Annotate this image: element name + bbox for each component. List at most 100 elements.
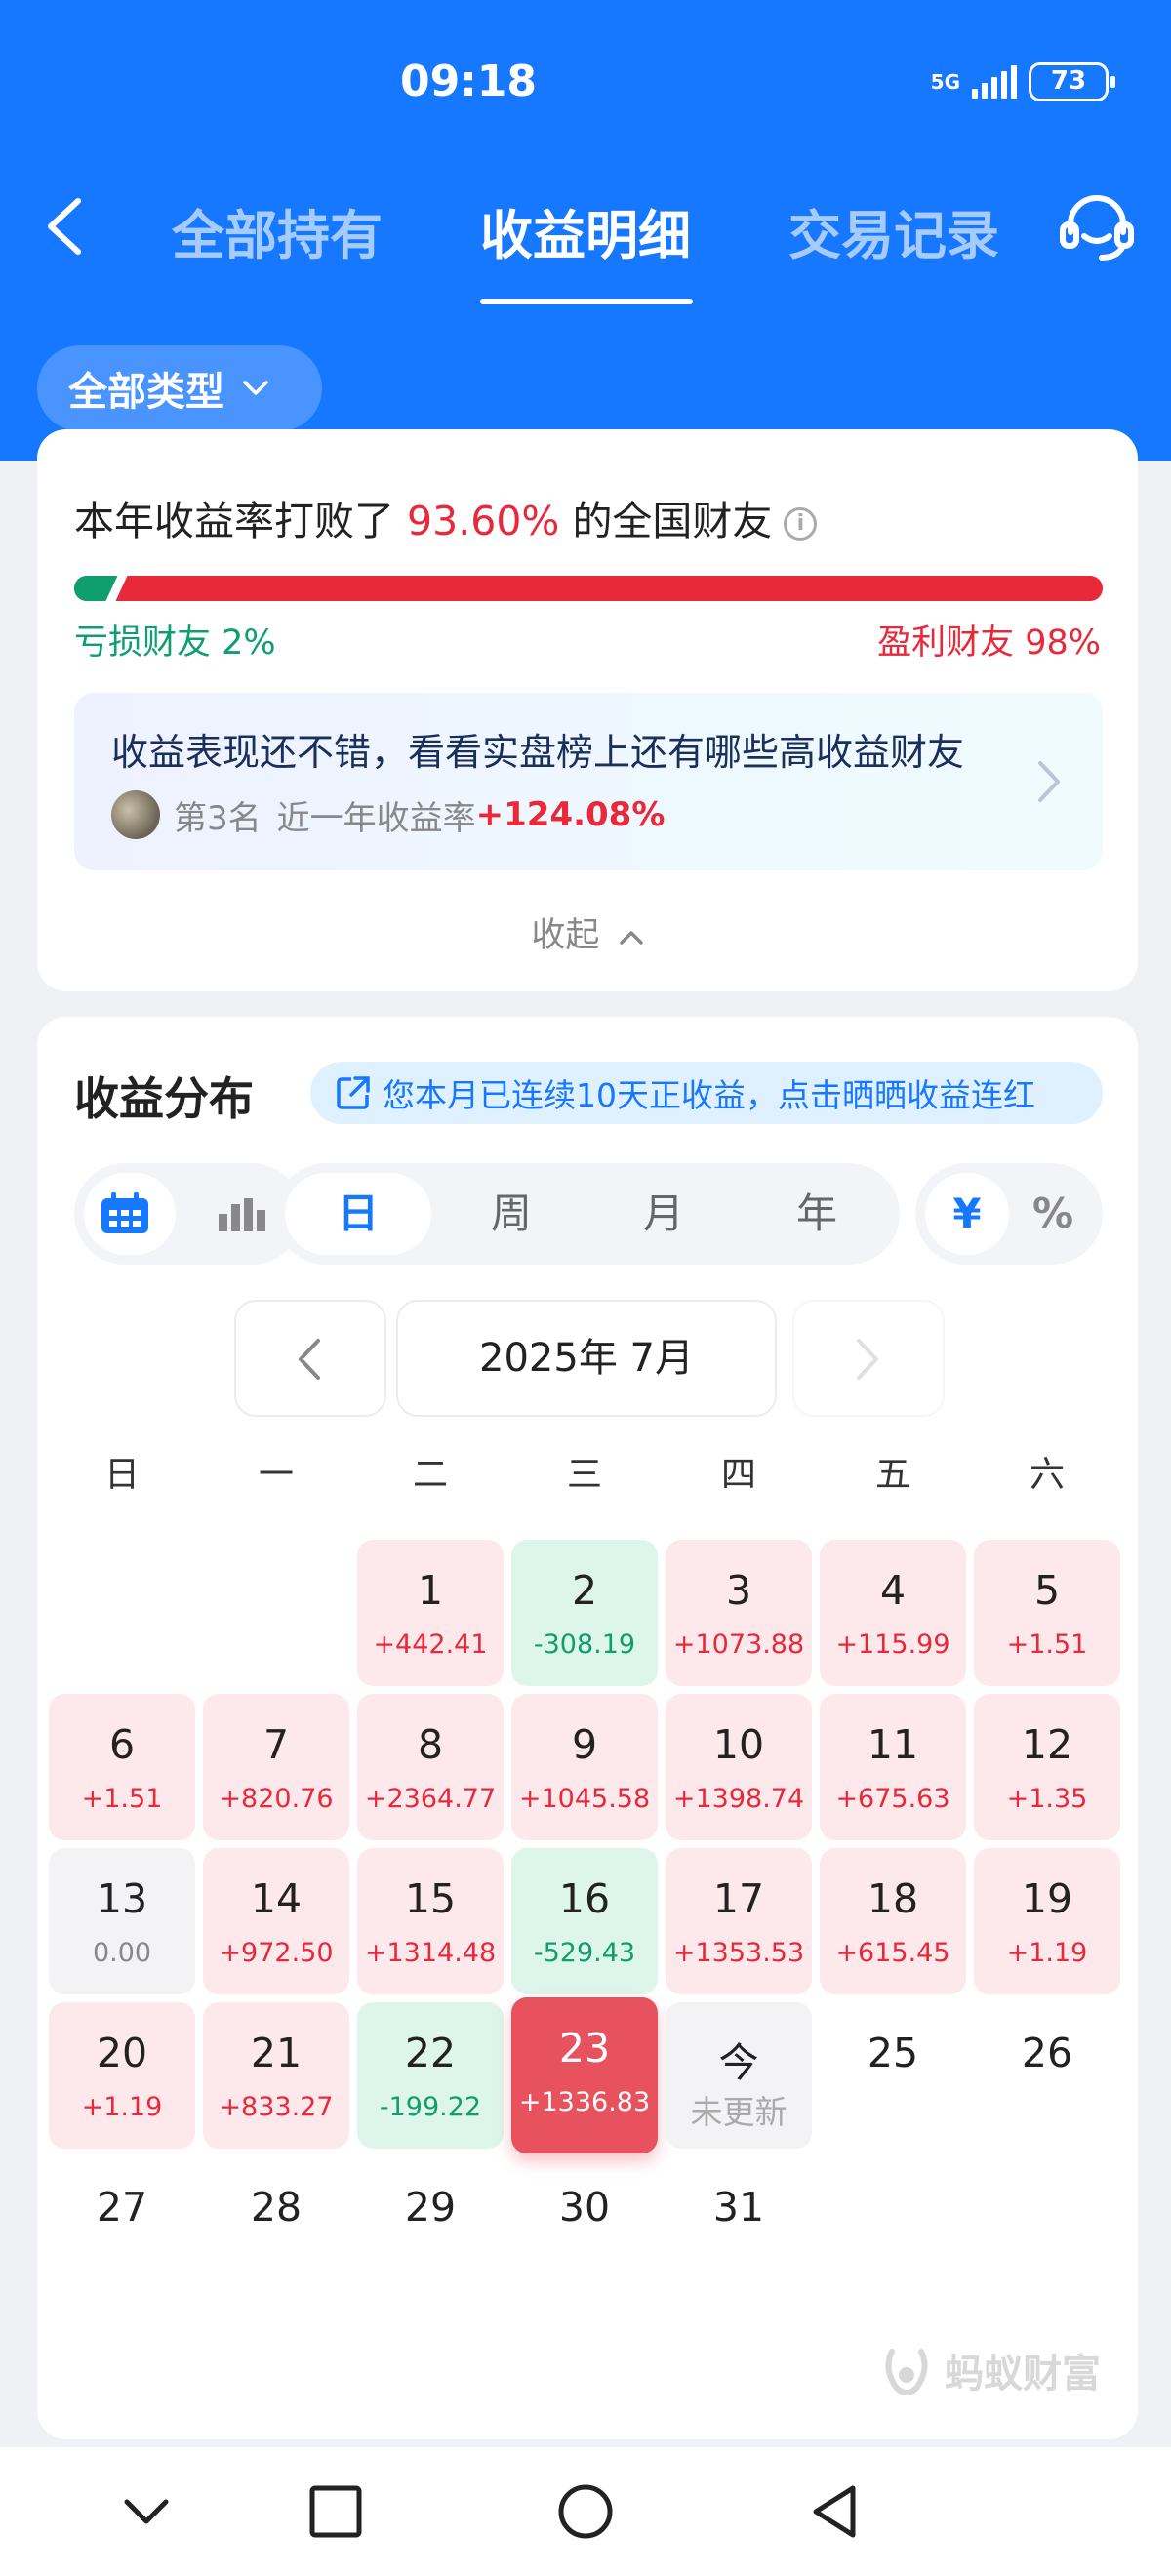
calendar-day[interactable]: 27 [49,2156,195,2303]
calendar-day-earnings: +1314.48 [364,1938,497,1968]
leaderboard-promo[interactable]: 收益表现还不错，看看实盘榜上还有哪些高收益财友 第3名 近一年收益率 +124.… [74,693,1103,870]
calendar-day[interactable]: 7 +820.76 [203,1694,349,1840]
calendar-day-number: 21 [250,2030,303,2076]
calendar-day-number: 4 [879,1567,907,1614]
info-icon[interactable]: i [784,507,818,541]
unit-percent[interactable]: % [1011,1163,1095,1265]
calendar-day-earnings: +1.19 [81,2092,163,2122]
battery-icon: 73 [1029,62,1115,101]
period-tab-year[interactable]: 年 [744,1163,890,1265]
calendar-day[interactable]: 18 +615.45 [820,1848,966,1994]
calendar-day-today[interactable]: 今未更新 [666,2002,812,2149]
calendar-day[interactable]: 16 -529.43 [511,1848,658,1994]
calendar-day-earnings: +2364.77 [364,1784,497,1814]
bar-chart-icon[interactable] [217,1196,265,1231]
next-month-button[interactable] [792,1300,945,1417]
nav-home-icon[interactable] [556,2482,615,2541]
calendar-day[interactable]: 2 -308.19 [511,1540,658,1686]
nav-recents-icon[interactable] [306,2482,365,2541]
view-toggle [74,1163,303,1265]
calendar-day-earnings: -199.22 [379,2092,482,2122]
period-tab-day[interactable]: 日 [285,1163,431,1265]
calendar-day[interactable]: 31 [666,2156,812,2303]
collapse-button[interactable]: 收起 [37,907,1138,957]
network-type: 5G [930,70,960,94]
calendar-day[interactable]: 19 +1.19 [974,1848,1120,1994]
calendar-day[interactable]: 4 +115.99 [820,1540,966,1686]
calendar-day[interactable]: 9 +1045.58 [511,1694,658,1840]
calendar-day[interactable]: 26 [974,2002,1120,2149]
calendar-day-number: 3 [725,1567,752,1614]
calendar-day[interactable]: 23 +1336.83 [511,1997,658,2153]
nav-down-icon[interactable] [117,2482,176,2541]
tab-all-holdings[interactable]: 全部持有 [172,192,383,269]
calendar-day[interactable]: 22 -199.22 [357,2002,504,2149]
calendar-day[interactable]: 25 [820,2002,966,2149]
calendar-day-number: 22 [404,2030,457,2076]
calendar-day-number: 20 [96,2030,148,2076]
tab-active-indicator [480,299,693,304]
calendar-day[interactable]: 11 +675.63 [820,1694,966,1840]
calendar-day-earnings: +1.51 [81,1784,163,1814]
calendar-day-number: 1 [417,1567,444,1614]
tab-transaction-records[interactable]: 交易记录 [788,192,999,269]
weekday-label: 四 [720,1455,756,1495]
calendar-day-number: 27 [96,2184,148,2231]
calendar-day-number: 13 [96,1875,148,1922]
back-arrow-icon[interactable] [39,195,94,258]
calendar-day-number: 6 [108,1721,136,1768]
calendar-day[interactable]: 17 +1353.53 [666,1848,812,1994]
chevron-up-icon [619,931,643,945]
calendar-day-number: 11 [867,1721,919,1768]
promo-subtitle: 第3名 近一年收益率 +124.08% [111,790,665,839]
tab-earnings-detail[interactable]: 收益明细 [480,192,691,269]
calendar-day[interactable]: 30 [511,2156,658,2303]
calendar-day-earnings: +442.41 [373,1630,488,1660]
chevron-down-icon [243,381,268,395]
calendar-day-earnings: +1.19 [1006,1938,1088,1968]
period-tab-month[interactable]: 月 [590,1163,737,1265]
streak-share-banner[interactable]: 您本月已连续10天正收益，点击晒晒收益连红 [310,1062,1103,1124]
customer-service-icon[interactable] [1059,193,1135,263]
type-filter-label: 全部类型 [68,370,224,415]
calendar-day-number: 17 [712,1875,765,1922]
calendar-day-number: 31 [712,2184,765,2231]
calendar-day-number: 29 [404,2184,457,2231]
status-time: 09:18 [399,57,538,106]
calendar-day-earnings: 未更新 [690,2093,787,2131]
unit-yuan[interactable]: ¥ [925,1163,1009,1265]
ranking-percent: 93.60% [407,498,560,544]
calendar-day[interactable]: 3 +1073.88 [666,1540,812,1686]
calendar-day-earnings: 0.00 [92,1938,152,1968]
calendar-day[interactable]: 6 +1.51 [49,1694,195,1840]
calendar-day[interactable]: 15 +1314.48 [357,1848,504,1994]
calendar-day[interactable]: 21 +833.27 [203,2002,349,2149]
calendar-day-earnings: +1336.83 [518,2087,651,2117]
period-tabs: 日 周 月 年 [275,1163,900,1265]
calendar-day[interactable]: 5 +1.51 [974,1540,1120,1686]
calendar-day[interactable]: 29 [357,2156,504,2303]
calendar-icon[interactable] [100,1192,150,1235]
period-tab-week[interactable]: 周 [438,1163,585,1265]
calendar-day[interactable]: 20 +1.19 [49,2002,195,2149]
calendar-day-earnings: -308.19 [533,1630,636,1660]
section-title: 收益分布 [74,1072,254,1125]
watermark-text: 蚂蚁财富 [945,2352,1101,2396]
calendar-day[interactable]: 12 +1.35 [974,1694,1120,1840]
calendar-day[interactable]: 8 +2364.77 [357,1694,504,1840]
month-label[interactable]: 2025年 7月 [396,1300,777,1417]
weekday-label: 一 [258,1455,294,1495]
calendar-day-earnings: +1.51 [1006,1630,1088,1660]
calendar-day[interactable]: 28 [203,2156,349,2303]
ranking-card: 本年收益率打败了 93.60% 的全国财友 i 亏损财友 2% 盈利财友 98% … [37,429,1138,991]
calendar-day[interactable]: 13 0.00 [49,1848,195,1994]
calendar-day[interactable]: 1 +442.41 [357,1540,504,1686]
calendar-day-number: 30 [558,2184,611,2231]
type-filter-dropdown[interactable]: 全部类型 [37,345,322,431]
earnings-distribution-card: 收益分布 您本月已连续10天正收益，点击晒晒收益连红 日 周 月 年 ¥ % 2… [37,1017,1138,2439]
calendar-day[interactable]: 14 +972.50 [203,1848,349,1994]
prev-month-button[interactable] [234,1300,386,1417]
calendar-day-earnings: +675.63 [835,1784,950,1814]
calendar-day[interactable]: 10 +1398.74 [666,1694,812,1840]
nav-back-icon[interactable] [806,2482,865,2541]
